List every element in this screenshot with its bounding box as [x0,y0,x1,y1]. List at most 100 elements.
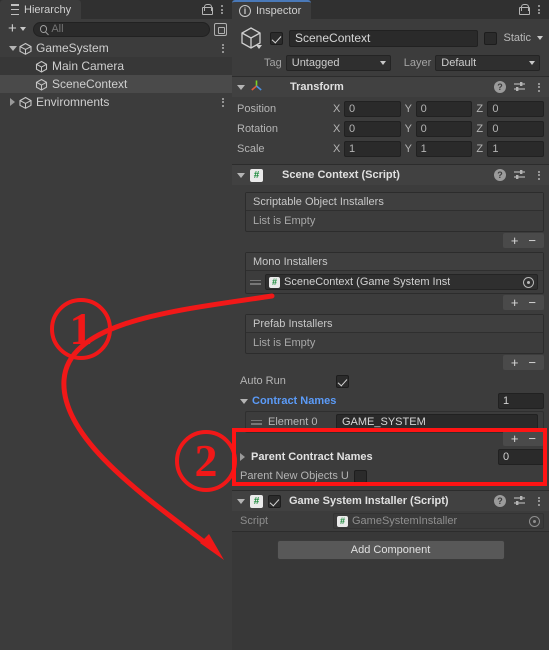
expander-down-icon[interactable] [8,45,17,51]
installer-object-field[interactable]: # SceneContext (Game System Inst [265,274,538,290]
installer-enabled-checkbox[interactable] [268,494,281,508]
installer-list-remove-button[interactable]: − [524,296,540,309]
drag-handle-icon[interactable] [250,279,261,285]
hierarchy-row-main-camera[interactable]: Main Camera [0,57,232,75]
installer-list-footer: + − [245,354,544,371]
axis-y: Y0 [405,121,473,137]
info-icon: i [239,4,251,17]
scene-context-header[interactable]: # Scene Context (Script) ? [232,165,549,185]
layer-dropdown[interactable]: Default [435,55,541,71]
installer-list-add-button[interactable]: + [507,234,523,247]
parent-contract-names-size-field[interactable]: 0 [498,449,544,465]
axis-z: Z0 [476,101,545,117]
gameobject-name-field[interactable]: SceneContext [289,29,479,47]
preset-icon[interactable] [513,81,526,93]
installer-list-add-button[interactable]: + [507,296,523,309]
installer-list-remove-button[interactable]: − [524,234,540,247]
help-icon[interactable]: ? [494,169,506,181]
transform-axis-icon [250,79,263,95]
kebab-menu-icon[interactable] [533,168,545,182]
hierarchy-row-label: Main Camera [52,59,125,73]
transform-title: Transform [290,81,344,93]
hierarchy-row-gamesystem[interactable]: GameSystem [0,39,232,57]
element-label: Element 0 [268,416,318,428]
preset-icon[interactable] [513,169,526,181]
contract-names-size-field[interactable]: 1 [498,393,544,409]
kebab-menu-icon[interactable] [533,494,545,508]
hierarchy-row-label: Enviromnents [36,95,110,109]
installer-list-header: Mono Installers [246,253,543,271]
auto-run-checkbox[interactable] [336,374,349,388]
add-component-button[interactable]: Add Component [276,540,505,560]
help-icon[interactable]: ? [494,81,506,93]
transform-scale-z-field[interactable]: 1 [487,141,545,157]
axis-z: Z1 [476,141,545,157]
gameobject-enabled-checkbox[interactable] [270,31,283,45]
object-picker-icon[interactable] [529,515,540,527]
transform-position-y-field[interactable]: 0 [415,101,473,117]
transform-rotation-z-field[interactable]: 0 [487,121,545,137]
transform-position-x-field[interactable]: 0 [344,101,401,117]
kebab-menu-icon[interactable] [533,80,545,94]
search-input[interactable] [32,21,210,37]
transform-rotation-x-field[interactable]: 0 [344,121,401,137]
hierarchy-row-enviromnents[interactable]: Enviromnents [0,93,232,111]
script-object-field[interactable]: # GameSystemInstaller [333,513,544,529]
tab-inspector[interactable]: i Inspector [232,0,312,19]
transform-rotation-y-field[interactable]: 0 [415,121,473,137]
preset-icon[interactable] [513,495,526,507]
expander-right-icon[interactable] [10,98,15,106]
drag-handle-icon[interactable] [251,419,262,425]
hierarchy-row-label: GameSystem [36,41,109,55]
contract-names-header[interactable]: Contract Names 1 [237,391,544,411]
installer-list-remove-button[interactable]: − [524,356,540,369]
transform-header[interactable]: Transform ? [232,77,549,97]
installer-header[interactable]: # Game System Installer (Script) ? [232,491,549,511]
expander-right-icon[interactable] [240,453,245,461]
transform-position-z-field[interactable]: 0 [487,101,545,117]
kebab-menu-icon[interactable] [533,3,545,17]
transform-scale-x-field[interactable]: 1 [344,141,401,157]
tag-value: Untagged [291,57,340,69]
parent-contract-names-header[interactable]: Parent Contract Names 0 [237,447,544,467]
transform-row-label: Position [237,103,277,115]
script-label: Script [240,515,269,527]
parent-new-objects-checkbox[interactable] [353,469,367,483]
kebab-menu-icon[interactable] [217,41,229,55]
hierarchy-toolbar: + [0,19,232,39]
installer-title: Game System Installer (Script) [289,495,449,507]
static-label: Static [503,32,531,44]
expander-down-icon[interactable] [240,398,248,404]
tab-hierarchy[interactable]: Hierarchy [0,0,82,19]
search-icon [39,25,48,33]
help-icon[interactable]: ? [494,495,506,507]
installer-list-footer: + − [245,232,544,249]
object-picker-icon[interactable] [523,276,534,288]
kebab-menu-icon[interactable] [217,95,229,109]
lock-icon[interactable] [202,4,213,15]
parent-new-objects-label: Parent New Objects U [240,470,349,482]
transform-scale-y-field[interactable]: 1 [415,141,473,157]
transform-row-label: Rotation [237,123,278,135]
axis-label-x: X [333,103,341,115]
static-checkbox[interactable] [484,31,498,45]
tab-hierarchy-label: Hierarchy [24,3,72,16]
lock-icon[interactable] [519,4,530,15]
gameobject-cube-icon [35,78,48,91]
create-button[interactable]: + [5,21,29,36]
kebab-menu-icon[interactable] [216,3,228,17]
scene-context-title: Scene Context (Script) [282,169,400,181]
element-value-field[interactable]: GAME_SYSTEM [336,414,538,430]
csharp-script-icon: # [250,168,263,182]
contract-names-add-button[interactable]: + [507,432,523,445]
expander-down-icon[interactable] [237,84,245,90]
static-dropdown-chevron-down-icon[interactable] [537,36,543,40]
hierarchy-row-scenecontext[interactable]: SceneContext [0,75,232,93]
search-field[interactable] [51,23,203,35]
expander-down-icon[interactable] [237,498,245,504]
installer-list-add-button[interactable]: + [507,356,523,369]
tag-dropdown[interactable]: Untagged [285,55,391,71]
selection-icon[interactable] [214,22,227,36]
contract-names-remove-button[interactable]: − [524,432,540,445]
expander-down-icon[interactable] [237,172,245,178]
